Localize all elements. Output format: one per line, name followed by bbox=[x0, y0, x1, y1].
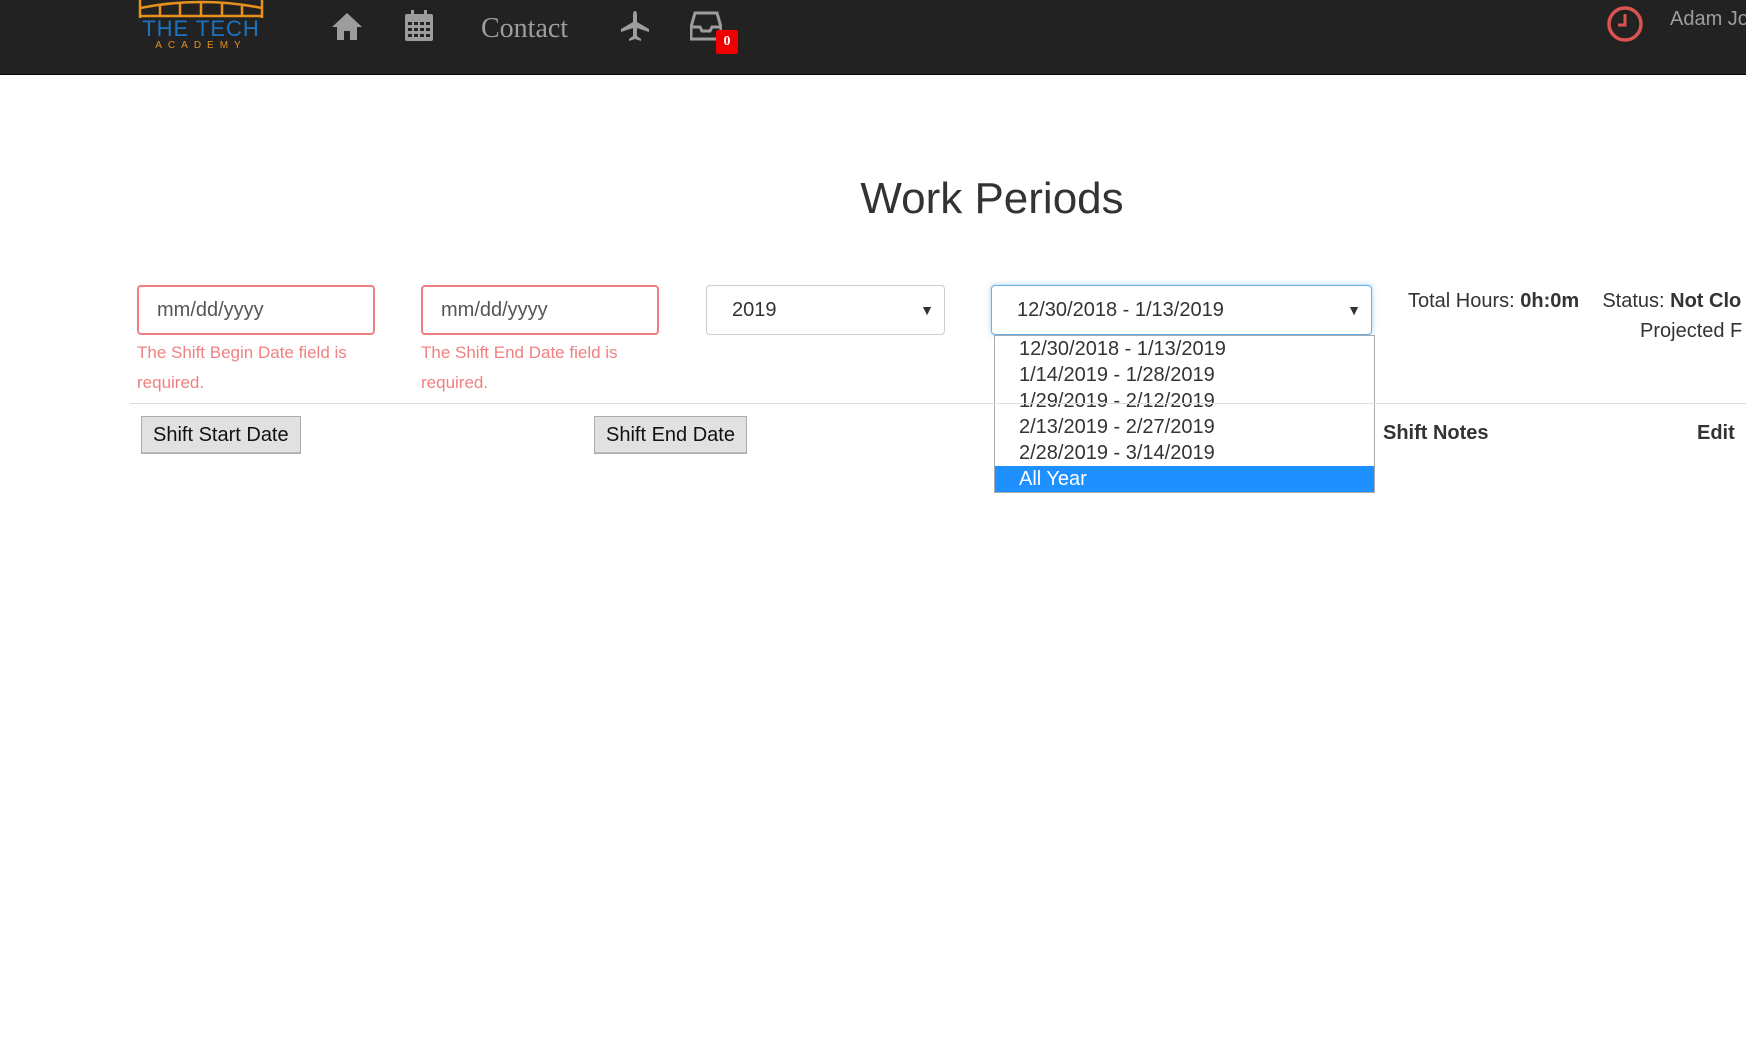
period-option[interactable]: 2/13/2019 - 2/27/2019 bbox=[995, 414, 1374, 440]
logo-text-tech: THE TECH bbox=[142, 16, 260, 41]
period-option[interactable]: 12/30/2018 - 1/13/2019 bbox=[995, 336, 1374, 362]
period-option[interactable]: 1/29/2019 - 2/12/2019 bbox=[995, 388, 1374, 414]
calendar-icon[interactable] bbox=[399, 6, 439, 46]
navbar: THE TECH ACADEMY Contact 0 Adam Jo bbox=[0, 0, 1746, 75]
shift-end-error: The Shift End Date field is required. bbox=[421, 343, 618, 392]
hours-summary: Total Hours: 0h:0m Status: Not Clo bbox=[1408, 286, 1741, 316]
period-option[interactable]: 2/28/2019 - 3/14/2019 bbox=[995, 440, 1374, 466]
shift-notes-header: Shift Notes bbox=[1383, 422, 1489, 444]
total-hours-label: Total Hours: bbox=[1408, 290, 1515, 312]
dropdown-caret-icon: ▼ bbox=[1347, 302, 1361, 318]
year-select-value: 2019 bbox=[732, 299, 777, 321]
status-label: Status: bbox=[1602, 290, 1665, 312]
status-value: Not Clo bbox=[1670, 290, 1742, 312]
period-dropdown-list: 12/30/2018 - 1/13/2019 1/14/2019 - 1/28/… bbox=[994, 335, 1375, 493]
shift-begin-date-input[interactable]: mm/dd/yyyy bbox=[137, 285, 375, 335]
period-select-value: 12/30/2018 - 1/13/2019 bbox=[1017, 299, 1224, 321]
tech-academy-logo[interactable]: THE TECH ACADEMY bbox=[136, 0, 266, 56]
projected-label: Projected F bbox=[1640, 320, 1743, 342]
year-select[interactable]: 2019 ▼ bbox=[706, 285, 945, 335]
inbox-count-badge: 0 bbox=[716, 30, 738, 54]
logo-text-academy: ACADEMY bbox=[155, 40, 247, 51]
home-icon[interactable] bbox=[327, 6, 367, 46]
shift-end-date-input[interactable]: mm/dd/yyyy bbox=[421, 285, 659, 335]
sort-shift-start-button[interactable]: Shift Start Date bbox=[141, 416, 301, 454]
sort-shift-end-button[interactable]: Shift End Date bbox=[594, 416, 747, 454]
nav-contact-link[interactable]: Contact bbox=[481, 12, 568, 46]
total-hours-value: 0h:0m bbox=[1520, 290, 1580, 312]
shift-begin-error: The Shift Begin Date field is required. bbox=[137, 343, 347, 392]
clock-icon[interactable] bbox=[1605, 4, 1645, 44]
edit-header: Edit bbox=[1697, 422, 1735, 444]
user-name[interactable]: Adam Jo bbox=[1670, 6, 1746, 32]
period-option[interactable]: 1/14/2019 - 1/28/2019 bbox=[995, 362, 1374, 388]
table-divider bbox=[130, 403, 1746, 404]
period-select[interactable]: 12/30/2018 - 1/13/2019 ▼ bbox=[991, 285, 1372, 335]
period-option-all-year[interactable]: All Year bbox=[995, 466, 1374, 492]
airplane-icon[interactable] bbox=[615, 6, 655, 46]
page-title: Work Periods bbox=[860, 174, 1124, 223]
dropdown-caret-icon: ▼ bbox=[920, 302, 934, 318]
